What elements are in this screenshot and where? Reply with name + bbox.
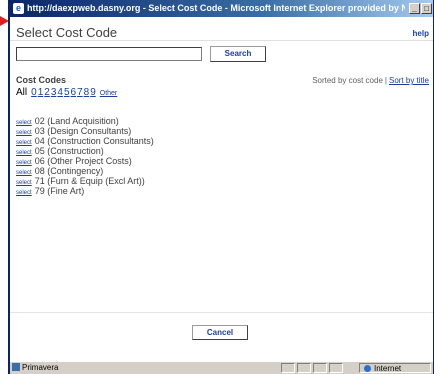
help-link[interactable]: help: [413, 29, 429, 38]
browser-popup-window: e http://daexpweb.dasny.org - Select Cos…: [8, 0, 434, 374]
status-panel: [329, 363, 343, 373]
list-item: select 08 (Contingency): [16, 166, 154, 176]
filter-all[interactable]: All: [16, 87, 27, 98]
sort-info: Sorted by cost code | Sort by title: [312, 76, 429, 85]
list-item: select 03 (Design Consultants): [16, 126, 154, 136]
filter-5[interactable]: 5: [64, 87, 70, 98]
filter-4[interactable]: 4: [57, 87, 63, 98]
globe-icon: [364, 365, 371, 372]
code-filter-bar: All 0123456789 Other: [16, 87, 117, 98]
status-panel: [313, 363, 327, 373]
cost-code-label: 08 (Contingency): [34, 166, 104, 176]
cost-code-label: 02 (Land Acquisition): [34, 116, 119, 126]
sort-separator: |: [384, 76, 387, 85]
select-link[interactable]: select: [16, 190, 32, 196]
search-button[interactable]: Search: [210, 46, 266, 62]
page-title: Select Cost Code: [16, 25, 118, 40]
list-item: select 05 (Construction): [16, 146, 154, 156]
search-input[interactable]: [16, 47, 202, 61]
status-label: Primavera: [22, 363, 59, 372]
filter-6[interactable]: 6: [71, 87, 77, 98]
filter-2[interactable]: 2: [44, 87, 50, 98]
zone-label: Internet: [374, 364, 402, 373]
list-item: select 02 (Land Acquisition): [16, 116, 154, 126]
cost-code-label: 06 (Other Project Costs): [34, 156, 132, 166]
filter-other[interactable]: Other: [100, 90, 118, 97]
maximize-button[interactable]: □: [421, 3, 432, 14]
cost-codes-heading: Cost Codes: [16, 75, 67, 85]
cost-code-label: 04 (Construction Consultants): [34, 136, 154, 146]
window-title: http://daexpweb.dasny.org - Select Cost …: [27, 3, 405, 13]
cost-code-label: 05 (Construction): [34, 146, 104, 156]
cost-code-label: 79 (Fine Art): [34, 186, 85, 196]
security-zone: Internet: [359, 363, 431, 373]
status-bar: Primavera Internet: [10, 361, 433, 374]
filter-8[interactable]: 8: [84, 87, 90, 98]
minimize-button[interactable]: _: [409, 3, 420, 14]
footer-divider: [10, 312, 433, 313]
sort-by-title-link[interactable]: Sort by title: [389, 76, 429, 85]
filter-7[interactable]: 7: [77, 87, 83, 98]
page-header: Select Cost Code help: [10, 17, 433, 41]
status-panel: [297, 363, 311, 373]
status-text: Primavera: [12, 362, 58, 374]
sort-status-text: Sorted by cost code: [312, 76, 383, 85]
filter-0[interactable]: 0: [31, 87, 37, 98]
list-item: select 06 (Other Project Costs): [16, 156, 154, 166]
page-icon: [12, 363, 20, 371]
internet-explorer-icon: e: [13, 3, 24, 14]
list-item: select 04 (Construction Consultants): [16, 136, 154, 146]
cost-code-list: select 02 (Land Acquisition) select 03 (De…: [16, 116, 154, 196]
list-item: select 71 (Furn & Equip (Excl Art)): [16, 176, 154, 186]
window-titlebar[interactable]: e http://daexpweb.dasny.org - Select Cos…: [10, 0, 433, 17]
status-panel: [281, 363, 295, 373]
cancel-button[interactable]: Cancel: [192, 325, 248, 340]
list-item: select 79 (Fine Art): [16, 186, 154, 196]
filter-9[interactable]: 9: [90, 87, 96, 98]
filter-1[interactable]: 1: [38, 87, 44, 98]
cost-code-label: 03 (Design Consultants): [34, 126, 132, 136]
filter-3[interactable]: 3: [51, 87, 57, 98]
cost-code-label: 71 (Furn & Equip (Excl Art)): [34, 176, 145, 186]
